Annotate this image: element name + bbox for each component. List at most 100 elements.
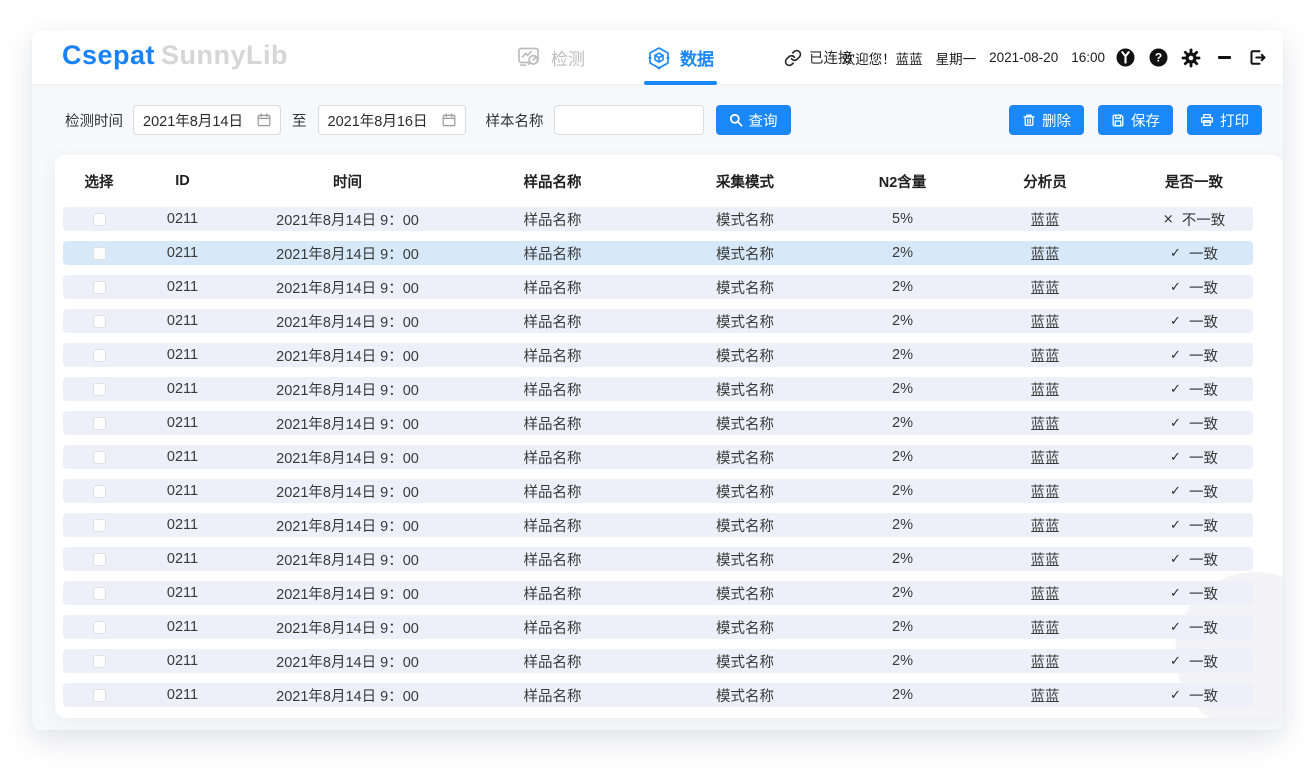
cell-select (63, 517, 135, 533)
consistency-label: 一致 (1189, 617, 1218, 638)
settings-gear-icon[interactable] (1181, 48, 1201, 68)
cell-analyst: 蓝蓝 (955, 583, 1135, 604)
row-checkbox[interactable] (93, 621, 106, 634)
date-from-input[interactable]: 2021年8月14日 (133, 105, 281, 135)
row-checkbox[interactable] (93, 213, 106, 226)
logout-icon[interactable] (1247, 48, 1267, 68)
navbar: CsepatSunnyLib 检测 (32, 30, 1283, 85)
consistency-label: 一致 (1189, 481, 1218, 502)
table-row[interactable]: 02112021年8月14日 9：00样品名称模式名称2%蓝蓝✓一致 (63, 479, 1253, 503)
consistency-label: 一致 (1189, 379, 1218, 400)
table-row[interactable]: 02112021年8月14日 9：00样品名称模式名称2%蓝蓝✓一致 (63, 683, 1253, 707)
consistency-label: 一致 (1189, 447, 1218, 468)
save-button[interactable]: 保存 (1098, 105, 1173, 135)
cell-select (63, 347, 135, 363)
table-row[interactable]: 02112021年8月14日 9：00样品名称模式名称2%蓝蓝✓一致 (63, 377, 1253, 401)
query-button[interactable]: 查询 (716, 105, 791, 135)
cell-n2: 2% (850, 245, 955, 261)
cell-select (63, 653, 135, 669)
check-icon: ✓ (1170, 688, 1181, 703)
cell-analyst: 蓝蓝 (955, 413, 1135, 434)
col-mode: 采集模式 (640, 171, 850, 192)
table-row[interactable]: 02112021年8月14日 9：00样品名称模式名称2%蓝蓝✓一致 (63, 241, 1253, 265)
row-checkbox[interactable] (93, 417, 106, 430)
row-checkbox[interactable] (93, 689, 106, 702)
row-checkbox[interactable] (93, 553, 106, 566)
cross-icon: × (1163, 212, 1174, 227)
check-icon: ✓ (1170, 348, 1181, 363)
table-row[interactable]: 02112021年8月14日 9：00样品名称模式名称2%蓝蓝✓一致 (63, 513, 1253, 537)
table-row[interactable]: 02112021年8月14日 9：00样品名称模式名称2%蓝蓝✓一致 (63, 547, 1253, 571)
col-select: 选择 (63, 171, 135, 192)
sample-name-input[interactable] (554, 105, 704, 135)
table-row[interactable]: 02112021年8月14日 9：00样品名称模式名称2%蓝蓝✓一致 (63, 275, 1253, 299)
cell-n2: 2% (850, 381, 955, 397)
cell-analyst: 蓝蓝 (955, 617, 1135, 638)
cell-id: 0211 (135, 585, 230, 601)
cell-sample: 样品名称 (465, 515, 640, 536)
cell-n2: 2% (850, 313, 955, 329)
check-icon: ✓ (1170, 586, 1181, 601)
table-row[interactable]: 02112021年8月14日 9：00样品名称模式名称2%蓝蓝✓一致 (63, 343, 1253, 367)
row-checkbox[interactable] (93, 485, 106, 498)
search-icon (729, 113, 743, 127)
cell-analyst: 蓝蓝 (955, 447, 1135, 468)
table-row[interactable]: 02112021年8月14日 9：00样品名称模式名称2%蓝蓝✓一致 (63, 649, 1253, 673)
cell-time: 2021年8月14日 9：00 (230, 277, 465, 298)
cell-select (63, 619, 135, 635)
table-row[interactable]: 02112021年8月14日 9：00样品名称模式名称2%蓝蓝✓一致 (63, 581, 1253, 605)
cell-n2: 2% (850, 585, 955, 601)
row-checkbox[interactable] (93, 349, 106, 362)
row-checkbox[interactable] (93, 655, 106, 668)
row-checkbox[interactable] (93, 315, 106, 328)
date-to-input[interactable]: 2021年8月16日 (318, 105, 466, 135)
cell-consistency: ✓一致 (1135, 447, 1253, 468)
cell-sample: 样品名称 (465, 413, 640, 434)
table-row[interactable]: 02112021年8月14日 9：00样品名称模式名称5%蓝蓝×不一致 (63, 207, 1253, 231)
row-checkbox[interactable] (93, 247, 106, 260)
cell-mode: 模式名称 (640, 617, 850, 638)
row-checkbox[interactable] (93, 451, 106, 464)
cell-time: 2021年8月14日 9：00 (230, 617, 465, 638)
cell-select (63, 551, 135, 567)
query-button-label: 查询 (749, 110, 778, 131)
cell-analyst: 蓝蓝 (955, 515, 1135, 536)
table-row[interactable]: 02112021年8月14日 9：00样品名称模式名称2%蓝蓝✓一致 (63, 445, 1253, 469)
minimize-icon[interactable] (1214, 48, 1234, 68)
tools-icon[interactable] (1115, 48, 1135, 68)
svg-text:?: ? (1154, 51, 1161, 65)
cell-consistency: ✓一致 (1135, 481, 1253, 502)
row-checkbox[interactable] (93, 519, 106, 532)
help-icon[interactable]: ? (1148, 48, 1168, 68)
check-icon: ✓ (1170, 280, 1181, 295)
filter-bar: 检测时间 2021年8月14日 至 2021年8月16日 (32, 85, 1283, 155)
cell-consistency: ✓一致 (1135, 515, 1253, 536)
cell-time: 2021年8月14日 9：00 (230, 685, 465, 706)
table-header: 选择 ID 时间 样品名称 采集模式 N2含量 分析员 是否一致 (55, 155, 1283, 207)
col-time: 时间 (230, 171, 465, 192)
table-row[interactable]: 02112021年8月14日 9：00样品名称模式名称2%蓝蓝✓一致 (63, 615, 1253, 639)
row-checkbox[interactable] (93, 587, 106, 600)
cell-mode: 模式名称 (640, 583, 850, 604)
table-row[interactable]: 02112021年8月14日 9：00样品名称模式名称2%蓝蓝✓一致 (63, 309, 1253, 333)
tab-data-label: 数据 (680, 45, 714, 70)
cell-n2: 2% (850, 415, 955, 431)
cell-id: 0211 (135, 211, 230, 227)
print-button[interactable]: 打印 (1187, 105, 1262, 135)
print-button-label: 打印 (1220, 110, 1249, 131)
delete-button[interactable]: 删除 (1009, 105, 1084, 135)
cell-sample: 样品名称 (465, 481, 640, 502)
tab-data[interactable]: 数据 (647, 30, 714, 85)
cell-time: 2021年8月14日 9：00 (230, 413, 465, 434)
tab-detection[interactable]: 检测 (518, 30, 585, 85)
row-checkbox[interactable] (93, 383, 106, 396)
row-checkbox[interactable] (93, 281, 106, 294)
consistency-label: 一致 (1189, 345, 1218, 366)
cell-mode: 模式名称 (640, 515, 850, 536)
cell-time: 2021年8月14日 9：00 (230, 583, 465, 604)
col-analyst: 分析员 (955, 171, 1135, 192)
cell-mode: 模式名称 (640, 447, 850, 468)
cell-select (63, 313, 135, 329)
consistency-label: 一致 (1189, 277, 1218, 298)
table-row[interactable]: 02112021年8月14日 9：00样品名称模式名称2%蓝蓝✓一致 (63, 411, 1253, 435)
